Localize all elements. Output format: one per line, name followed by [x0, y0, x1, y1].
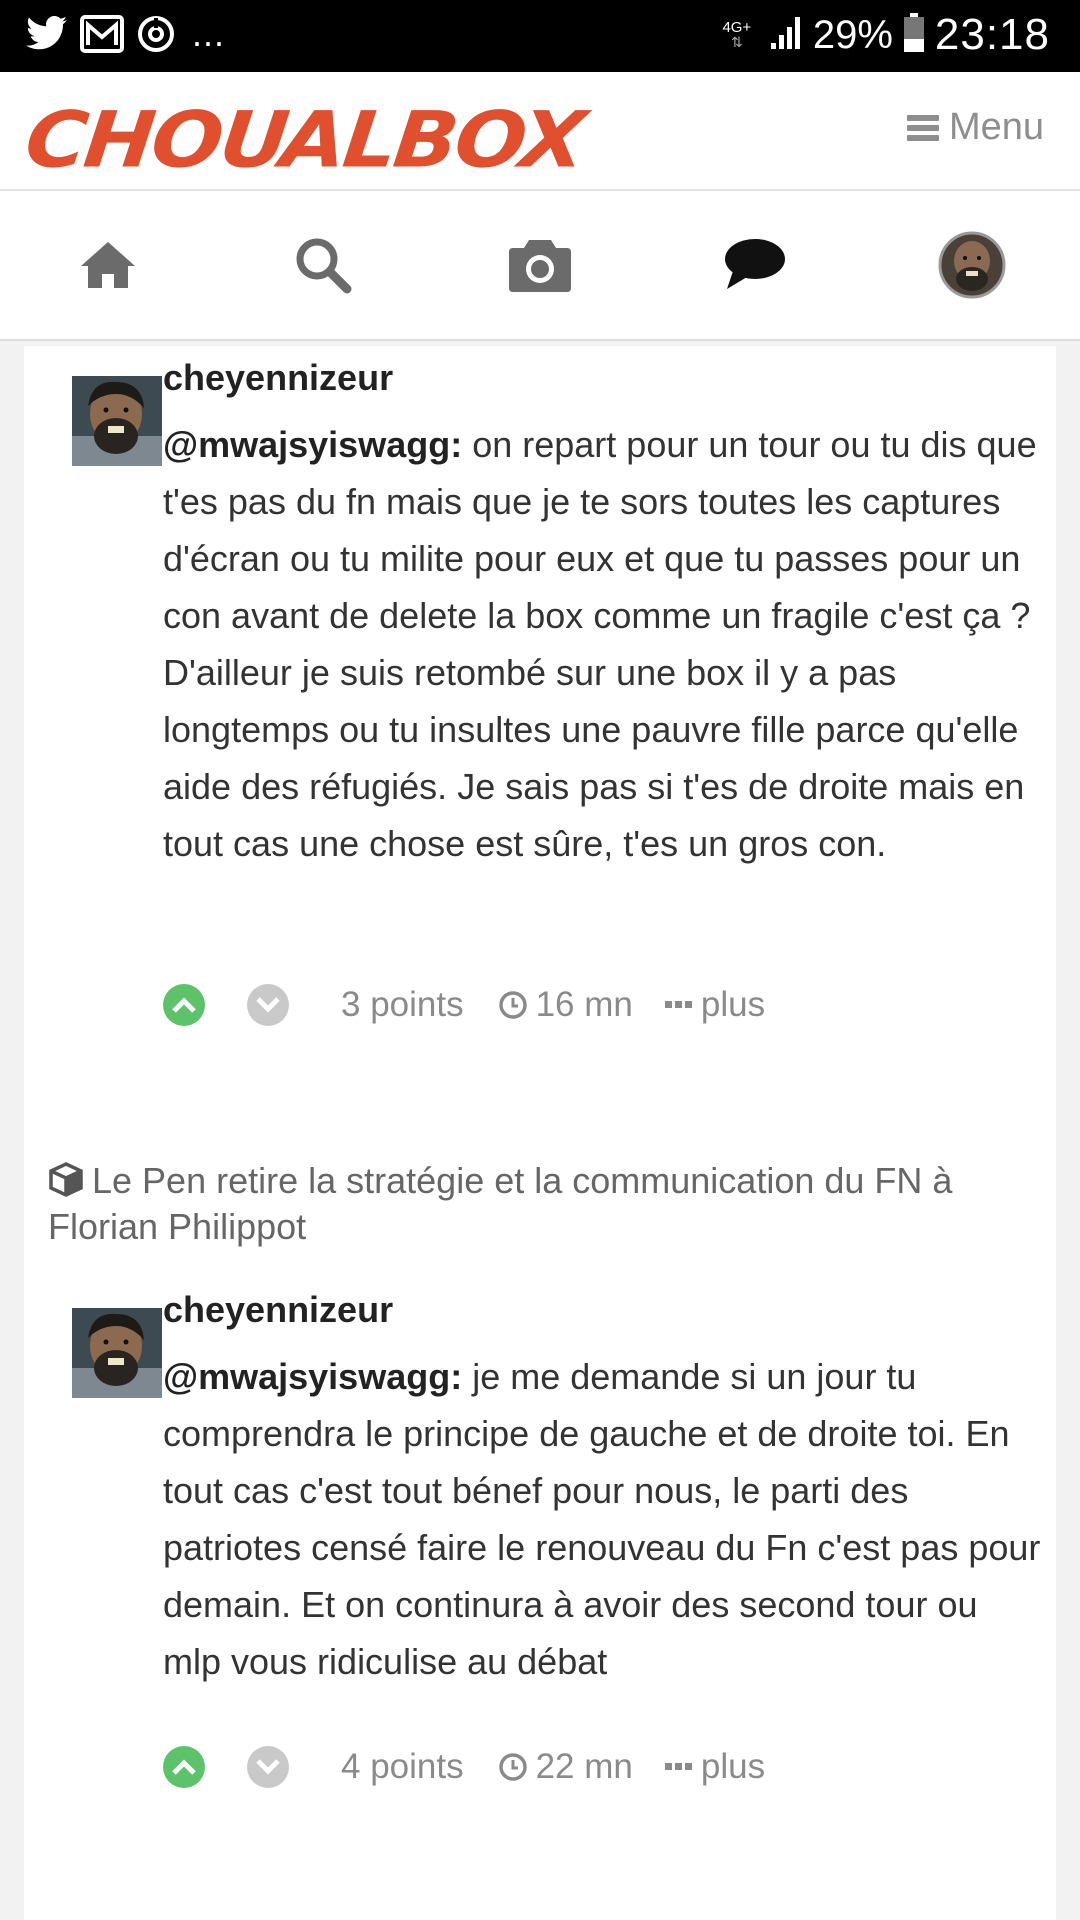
sync-icon — [136, 14, 176, 54]
overflow-indicator: ... — [192, 13, 226, 54]
nav-search[interactable] — [258, 191, 388, 339]
cube-icon — [48, 1161, 84, 1206]
comment-author[interactable]: cheyennizeur — [163, 1288, 1043, 1332]
points-count: 3 points — [341, 985, 464, 1024]
avatar — [938, 231, 1006, 299]
mention[interactable]: @mwajsyiswagg: — [163, 1356, 462, 1397]
menu-button[interactable]: Menu — [906, 106, 1044, 149]
camera-icon — [509, 240, 571, 292]
chat-icon — [725, 239, 785, 289]
upvote-button[interactable] — [163, 1746, 205, 1788]
nav-chat[interactable] — [690, 191, 820, 339]
timestamp: 16 mn — [498, 985, 633, 1025]
comments-card: cheyennizeur @mwajsyiswagg: on repart po… — [24, 346, 1056, 1920]
downvote-button[interactable] — [247, 1746, 289, 1788]
twitter-icon — [26, 16, 68, 52]
ellipsis-icon — [664, 1763, 692, 1770]
box-title-link[interactable]: Le Pen retire la stratégie et la communi… — [48, 1160, 1048, 1248]
chevron-up-icon — [172, 1759, 196, 1775]
nav-camera[interactable] — [475, 191, 605, 339]
chevron-down-icon — [256, 1759, 280, 1775]
clock-icon — [498, 991, 527, 1019]
home-icon — [81, 242, 135, 288]
comment-text: @mwajsyiswagg: on repart pour un tour ou… — [163, 424, 1037, 864]
upvote-button[interactable] — [163, 984, 205, 1026]
comment-actions: 4 points 22 mn plus — [163, 1742, 765, 1792]
more-button[interactable]: plus — [664, 985, 765, 1025]
signal-icon — [767, 15, 803, 56]
downvote-button[interactable] — [247, 984, 289, 1026]
comment-author[interactable]: cheyennizeur — [163, 356, 1043, 400]
nav-profile[interactable] — [907, 191, 1037, 339]
network-type: 4G+ ⇅ — [722, 19, 752, 50]
avatar[interactable] — [72, 376, 162, 466]
comment-actions: 3 points 16 mn plus — [163, 980, 765, 1030]
more-button[interactable]: plus — [664, 1747, 765, 1787]
comment-text: @mwajsyiswagg: je me demande si un jour … — [163, 1356, 1041, 1682]
chevron-up-icon — [172, 997, 196, 1013]
clock: 23:18 — [934, 10, 1050, 59]
points-count: 4 points — [341, 1747, 464, 1786]
search-icon — [296, 238, 352, 294]
mail-icon — [80, 15, 124, 53]
site-logo[interactable]: CHOUALBOX — [21, 95, 588, 185]
battery-percent: 29% — [812, 12, 893, 57]
nav-home[interactable] — [43, 191, 173, 339]
hamburger-icon — [906, 114, 939, 141]
clock-icon — [498, 1753, 527, 1781]
main-nav — [0, 191, 1080, 341]
mention[interactable]: @mwajsyiswagg: — [163, 424, 462, 465]
ellipsis-icon — [664, 1001, 692, 1008]
app-header: CHOUALBOX Menu — [0, 72, 1080, 191]
menu-label: Menu — [948, 106, 1044, 148]
avatar[interactable] — [72, 1308, 162, 1398]
battery-icon — [903, 12, 925, 58]
notification-icons: ... — [26, 14, 225, 54]
chevron-down-icon — [256, 997, 280, 1013]
status-bar: ... 4G+ ⇅ 29% 23:18 — [0, 0, 1080, 72]
timestamp: 22 mn — [498, 1747, 633, 1787]
